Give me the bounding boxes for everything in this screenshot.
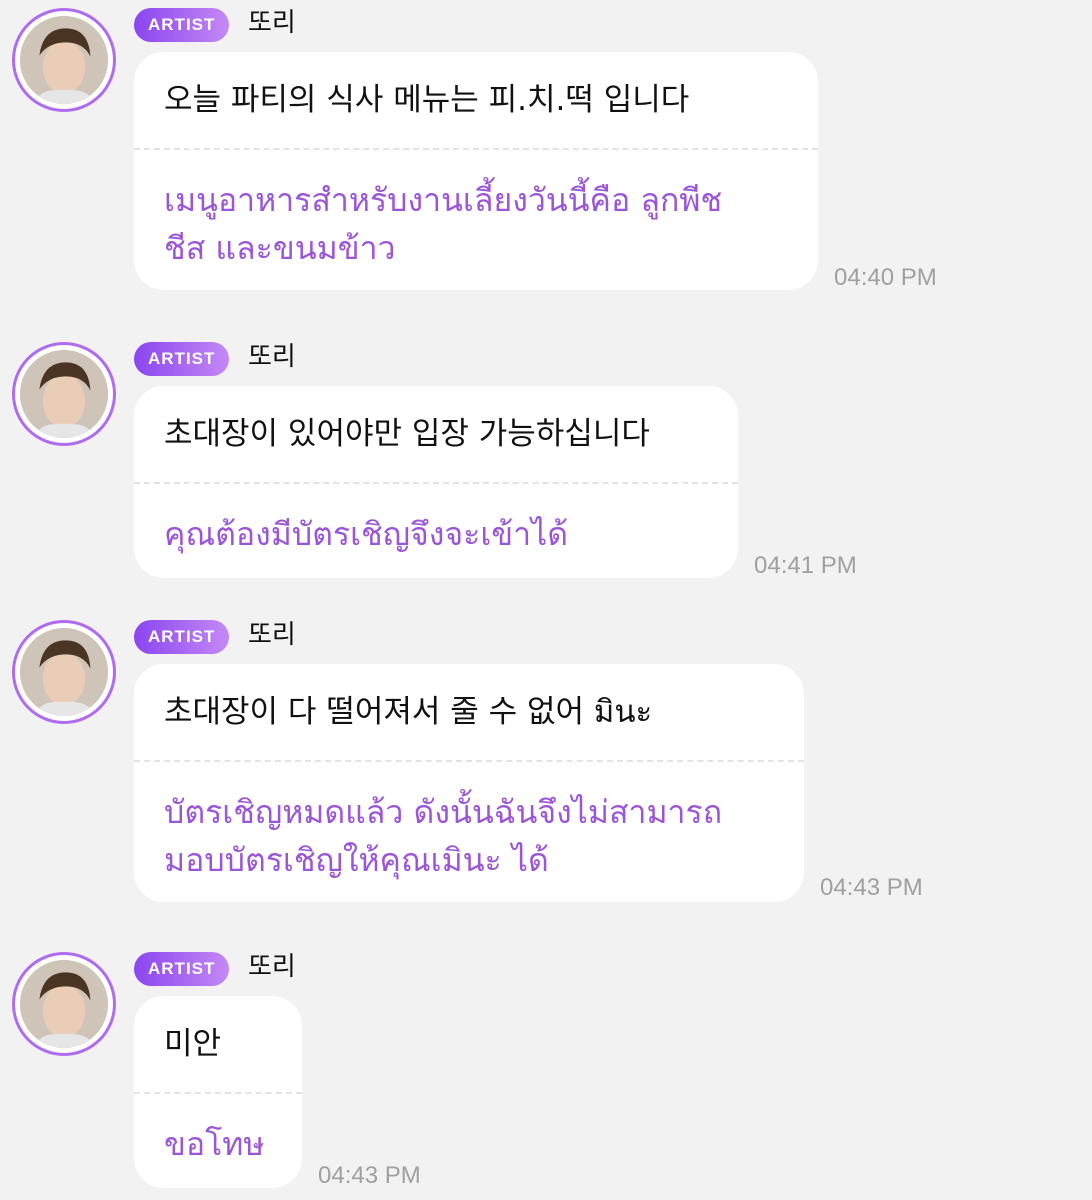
translation-line: ขอโทษ (164, 1125, 265, 1163)
translation-line: คุณต้องมีบัตรเชิญจึงจะเข้าได้ (164, 515, 568, 553)
original-text: 초대장이 있어야만 입장 가능하십니다 (164, 416, 650, 452)
message-bubble[interactable]: 초대장이 다 떨어져서 줄 수 없어 มินะ บัตรเชิญหมดแล้ว … (134, 664, 804, 902)
timestamp: 04:43 PM (820, 874, 923, 901)
avatar-photo (20, 16, 108, 104)
chat-message: ARTIST 또리 초대장이 다 떨어져서 줄 수 없어 มินะ บัตรเช… (0, 612, 1092, 912)
chat-message: ARTIST 또리 초대장이 있어야만 입장 가능하십니다 คุณต้องมีบ… (0, 334, 1092, 584)
original-text: 미안 (164, 1026, 222, 1062)
original-text: 초대장이 다 떨어져서 줄 수 없어 มินะ (164, 694, 653, 730)
translation-line: ชีส และขนมข้าว (164, 229, 396, 267)
artist-badge: ARTIST (134, 620, 230, 654)
chat-message: ARTIST 또리 미안 ขอโทษ 04:43 PM (0, 944, 1092, 1200)
sender-name: 또리 (248, 342, 296, 372)
message-bubble[interactable]: 미안 ขอโทษ (134, 996, 302, 1188)
translation-text: บัตรเชิญหมดแล้ว ดังนั้นฉันจึงไม่สามารถ ม… (134, 762, 804, 906)
avatar-photo (20, 350, 108, 438)
translation-text: เมนูอาหารสำหรับงานเลี้ยงวันนี้คือ ลูกพีช… (134, 150, 818, 294)
sender-name: 또리 (248, 8, 296, 38)
timestamp: 04:43 PM (318, 1162, 421, 1189)
timestamp: 04:40 PM (834, 264, 937, 291)
chat-message: ARTIST 또리 오늘 파티의 식사 메뉴는 피.치.떡 입니다 เมนูอา… (0, 0, 1092, 300)
avatar[interactable] (12, 952, 116, 1056)
sender-name: 또리 (248, 620, 296, 650)
translation-line: มอบบัตรเชิญให้คุณเมินะ ได้ (164, 841, 549, 879)
message-bubble[interactable]: 초대장이 있어야만 입장 가능하십니다 คุณต้องมีบัตรเชิญจึง… (134, 386, 738, 578)
artist-badge: ARTIST (134, 952, 230, 986)
avatar-photo (20, 628, 108, 716)
translation-line: เมนูอาหารสำหรับงานเลี้ยงวันนี้คือ ลูกพีช (164, 181, 723, 219)
translation-line: บัตรเชิญหมดแล้ว ดังนั้นฉันจึงไม่สามารถ (164, 793, 723, 831)
message-bubble[interactable]: 오늘 파티의 식사 메뉴는 피.치.떡 입니다 เมนูอาหารสำหรับง… (134, 52, 818, 290)
original-text: 오늘 파티의 식사 메뉴는 피.치.떡 입니다 (164, 82, 690, 118)
translation-text: ขอโทษ (134, 1094, 302, 1190)
avatar[interactable] (12, 342, 116, 446)
sender-name: 또리 (248, 952, 296, 982)
translation-text: คุณต้องมีบัตรเชิญจึงจะเข้าได้ (134, 484, 738, 580)
avatar[interactable] (12, 8, 116, 112)
timestamp: 04:41 PM (754, 552, 857, 579)
artist-badge: ARTIST (134, 342, 230, 376)
artist-badge: ARTIST (134, 8, 230, 42)
avatar[interactable] (12, 620, 116, 724)
avatar-photo (20, 960, 108, 1048)
